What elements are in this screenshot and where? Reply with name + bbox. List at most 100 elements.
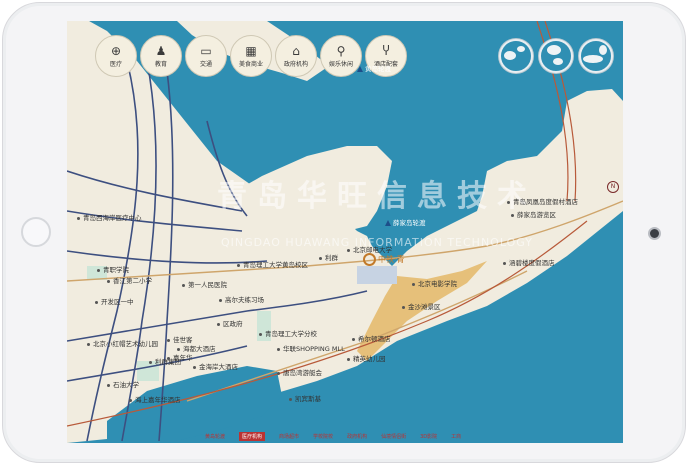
category-button-shopping[interactable]: ▦ 美食商业 bbox=[230, 35, 272, 77]
landmark-marker[interactable]: 中铁·青 bbox=[363, 253, 405, 266]
place-dot-icon bbox=[352, 337, 355, 341]
category-label: 交通 bbox=[199, 60, 212, 68]
place-label[interactable]: 第一人民医院 bbox=[182, 279, 227, 289]
legend-item[interactable]: 3D影院 bbox=[420, 433, 437, 440]
place-dot-icon bbox=[107, 279, 110, 283]
education-icon: ♟ bbox=[155, 43, 167, 58]
legend-item[interactable]: 商场超市 bbox=[279, 433, 299, 440]
transport-icon: ▭ bbox=[200, 43, 212, 58]
place-label-text: 青岛凤凰岛度假村酒店 bbox=[513, 198, 578, 206]
place-dot-icon bbox=[219, 298, 222, 302]
place-dot-icon bbox=[277, 371, 280, 375]
place-label[interactable]: 北京电影学院 bbox=[412, 278, 457, 288]
category-button-transport[interactable]: ▭ 交通 bbox=[185, 35, 227, 77]
region-switcher bbox=[499, 39, 613, 73]
place-label[interactable]: 海上嘉年华酒店 bbox=[129, 394, 181, 404]
place-label-text: 金沙滩景区 bbox=[408, 303, 441, 311]
place-dot-icon bbox=[347, 248, 350, 252]
region-globe-3[interactable] bbox=[579, 39, 613, 73]
place-label-text: 唐岛湾游艇会 bbox=[283, 369, 322, 377]
place-dot-icon bbox=[107, 383, 110, 387]
government-icon: ⌂ bbox=[292, 43, 300, 58]
place-dot-icon bbox=[182, 283, 185, 287]
place-label[interactable]: 希尔顿酒店 bbox=[352, 333, 391, 343]
place-label[interactable]: 利群 bbox=[319, 252, 338, 262]
ferry-label: 黄岛轮渡 bbox=[365, 65, 391, 73]
ferry-mid[interactable]: 薛家岛轮渡 bbox=[385, 217, 426, 227]
legend-item[interactable]: 黄岛轮渡 bbox=[205, 433, 225, 440]
place-label-text: 高尔夫练习场 bbox=[225, 296, 264, 304]
place-label-text: 区政府 bbox=[223, 320, 243, 328]
category-label: 医疗 bbox=[109, 60, 122, 68]
place-dot-icon bbox=[149, 360, 152, 364]
place-label[interactable]: 精英幼儿园 bbox=[347, 353, 386, 363]
place-label-text: 薛家岛游览区 bbox=[517, 211, 556, 219]
place-label[interactable]: 青岛西海岸医疗中心 bbox=[77, 212, 142, 222]
landmark-label: 中铁·青 bbox=[378, 255, 405, 264]
camera-icon bbox=[648, 227, 661, 240]
place-label-text: 金海岸大酒店 bbox=[199, 363, 238, 371]
place-label-text: 开发区一中 bbox=[101, 298, 134, 306]
place-label[interactable]: 青岛凤凰岛度假村酒店 bbox=[507, 196, 578, 206]
medical-icon: ⊕ bbox=[110, 43, 122, 58]
place-label-text: 海上嘉年华酒店 bbox=[135, 396, 181, 404]
legend-item[interactable]: 医疗机构 bbox=[239, 431, 266, 441]
place-label[interactable]: 区政府 bbox=[217, 318, 243, 328]
place-label[interactable]: 青职学院 bbox=[97, 264, 129, 274]
place-dot-icon bbox=[259, 332, 262, 336]
legend-item[interactable]: 政府机构 bbox=[347, 433, 367, 440]
place-dot-icon bbox=[402, 305, 405, 309]
tablet-frame: ⊕ 医疗 ♟ 教育 ▭ 交通 ▦ 美食商业 ⌂ 政府机构 ⚲ 娱乐休闲 Ⴤ 酒店配套 黄岛轮渡 薛家岛轮渡… bbox=[2, 2, 686, 463]
legend-item[interactable]: 工商 bbox=[451, 433, 461, 440]
place-label[interactable]: 金沙滩景区 bbox=[402, 301, 441, 311]
place-label[interactable]: 青岛理工大学分校 bbox=[259, 328, 317, 338]
map-screen[interactable]: ⊕ 医疗 ♟ 教育 ▭ 交通 ▦ 美食商业 ⌂ 政府机构 ⚲ 娱乐休闲 Ⴤ 酒店配套 黄岛轮渡 薛家岛轮渡… bbox=[67, 21, 623, 443]
place-label-text: 凯宾斯基 bbox=[295, 395, 321, 403]
place-label-text: 石油大学 bbox=[113, 381, 139, 389]
place-dot-icon bbox=[97, 268, 100, 272]
place-label[interactable]: 青岛理工大学黄岛校区 bbox=[237, 259, 308, 269]
region-globe-1[interactable] bbox=[499, 39, 533, 73]
place-dot-icon bbox=[412, 282, 415, 286]
place-label[interactable]: 金海岸大酒店 bbox=[193, 361, 238, 371]
ferry-icon bbox=[357, 66, 363, 72]
legend-item[interactable]: 仙境情侣街 bbox=[381, 433, 406, 440]
place-dot-icon bbox=[237, 263, 240, 267]
category-label: 美食商业 bbox=[238, 60, 263, 68]
place-label[interactable]: 北京小红帽艺术幼儿园 bbox=[87, 338, 158, 348]
compass-icon: N bbox=[607, 181, 619, 193]
category-button-medical[interactable]: ⊕ 医疗 bbox=[95, 35, 137, 77]
category-label: 教育 bbox=[154, 60, 167, 68]
place-label-text: 北京电影学院 bbox=[418, 280, 457, 288]
home-button[interactable] bbox=[21, 217, 51, 247]
place-label[interactable]: 薛家岛游览区 bbox=[511, 209, 556, 219]
ferry-label: 薛家岛轮渡 bbox=[393, 219, 426, 227]
place-label[interactable]: 唐岛湾游艇会 bbox=[277, 367, 322, 377]
category-button-government[interactable]: ⌂ 政府机构 bbox=[275, 35, 317, 77]
place-dot-icon bbox=[95, 300, 98, 304]
legend-item[interactable]: 学校院校 bbox=[313, 433, 333, 440]
place-dot-icon bbox=[347, 357, 350, 361]
region-globe-2[interactable] bbox=[539, 39, 573, 73]
place-dot-icon bbox=[511, 213, 514, 217]
place-label[interactable]: 涵碧楼度假酒店 bbox=[503, 257, 555, 267]
category-label: 政府机构 bbox=[283, 60, 308, 68]
place-label[interactable]: 石油大学 bbox=[107, 379, 139, 389]
place-label[interactable]: 华联SHOPPING MLL bbox=[277, 343, 345, 353]
place-label[interactable]: 开发区一中 bbox=[95, 296, 134, 306]
place-dot-icon bbox=[177, 347, 180, 351]
place-label-text: 精英幼儿园 bbox=[353, 355, 386, 363]
place-label[interactable]: 北京邮电大学 bbox=[347, 244, 392, 254]
place-label-text: 香江第二小学 bbox=[113, 277, 152, 285]
place-label-text: 希尔顿酒店 bbox=[358, 335, 391, 343]
category-button-leisure[interactable]: ⚲ 娱乐休闲 bbox=[320, 35, 362, 77]
place-label[interactable]: 凯宾斯基 bbox=[289, 393, 321, 403]
place-label[interactable]: 嘉年华 bbox=[167, 352, 193, 362]
place-label-text: 北京邮电大学 bbox=[353, 246, 392, 254]
ferry-top[interactable]: 黄岛轮渡 bbox=[357, 63, 391, 73]
place-label[interactable]: 香江第二小学 bbox=[107, 275, 152, 285]
watermark-cn: 青岛华旺信息技术 bbox=[217, 179, 537, 214]
category-button-education[interactable]: ♟ 教育 bbox=[140, 35, 182, 77]
place-dot-icon bbox=[167, 338, 170, 342]
place-label[interactable]: 高尔夫练习场 bbox=[219, 294, 264, 304]
